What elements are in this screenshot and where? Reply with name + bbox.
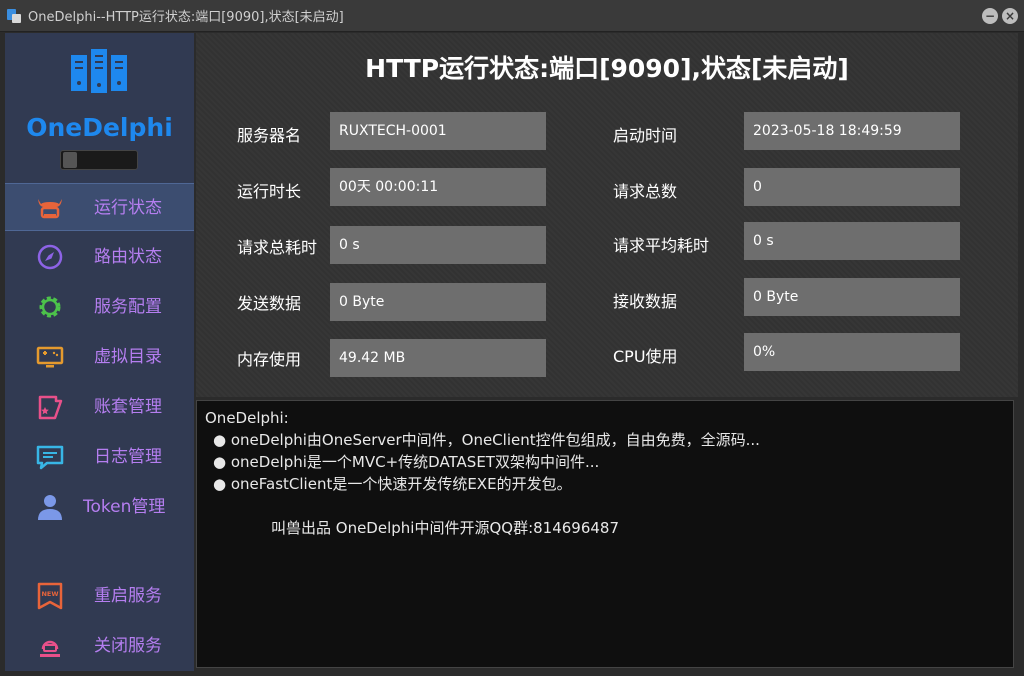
server-name-field[interactable]: RUXTECH-0001 [330,112,546,150]
total-request-time-label: 请求总耗时 [237,238,318,257]
log-bullet: ● oneFastClient是一个快速开发传统EXE的开发包。 [213,475,572,493]
start-time-label: 启动时间 [613,126,678,145]
request-count-label: 请求总数 [613,182,678,201]
power-off-icon [40,640,60,657]
log-panel[interactable]: OneDelphi: ● oneDelphi由OneServer中间件，OneC… [196,400,1014,668]
sidebar-item-label: 日志管理 [94,447,162,467]
chat-icon [36,445,64,470]
sidebar-item-account-set[interactable]: 账套管理 [5,383,194,431]
memory-usage-field[interactable]: 49.42 MB [330,339,546,377]
memory-usage-label: 内存使用 [237,350,302,369]
sidebar-item-log-management[interactable]: 日志管理 [5,433,194,481]
sidebar-item-label: Token管理 [83,497,166,517]
bull-icon [38,199,62,219]
window-title: OneDelphi--HTTP运行状态:端口[9090],状态[未启动] [28,10,344,25]
user-icon [38,495,62,520]
monitor-icon [36,346,64,368]
app-icon [6,8,22,24]
sidebar-item-virtual-directory[interactable]: 虚拟目录 [5,333,194,381]
log-bullet: ● oneDelphi由OneServer中间件，OneClient控件包组成，… [213,431,760,449]
logo: OneDelphi [5,33,194,183]
ticket-icon [38,395,63,420]
sidebar-item-label: 服务配置 [94,297,162,317]
logo-text: OneDelphi [26,113,173,142]
log-bullet: ● oneDelphi是一个MVC+传统DATASET双架构中间件... [213,453,600,471]
close-button[interactable]: × [1002,8,1018,24]
server-rack-icon [71,49,127,93]
server-name-label: 服务器名 [237,126,302,145]
svg-text:NEW: NEW [41,590,58,598]
sidebar-item-label: 重启服务 [94,586,162,606]
cpu-usage-field[interactable]: 0% [744,333,960,371]
title-bar: OneDelphi--HTTP运行状态:端口[9090],状态[未启动] − × [0,0,1024,32]
request-count-field[interactable]: 0 [744,168,960,206]
start-time-field[interactable]: 2023-05-18 18:49:59 [744,112,960,150]
sidebar-item-label: 运行状态 [94,198,162,218]
logo-toggle-switch[interactable] [60,150,138,170]
avg-request-time-label: 请求平均耗时 [613,236,710,255]
status-panel: HTTP运行状态:端口[9090],状态[未启动] 服务器名 RUXTECH-0… [196,33,1018,397]
log-header: OneDelphi: [205,409,289,427]
log-footer: 叫兽出品 OneDelphi中间件开源QQ群:814696487 [271,519,620,537]
compass-icon [37,244,63,270]
sidebar-item-service-config[interactable]: 服务配置 [5,283,194,331]
sidebar-item-label: 关闭服务 [94,636,162,656]
received-data-label: 接收数据 [613,292,678,311]
gear-icon [39,296,61,318]
sidebar-item-token-management[interactable]: Token管理 [5,483,194,531]
sent-data-label: 发送数据 [237,294,302,313]
received-data-field[interactable]: 0 Byte [744,278,960,316]
sidebar-item-route-status[interactable]: 路由状态 [5,233,194,281]
sidebar-item-label: 虚拟目录 [94,347,162,367]
new-badge-icon: NEW [37,582,63,610]
sidebar-item-restart-service[interactable]: NEW 重启服务 [5,572,194,620]
cpu-usage-label: CPU使用 [613,347,678,366]
sent-data-field[interactable]: 0 Byte [330,283,546,321]
sidebar-item-label: 账套管理 [94,397,162,417]
sidebar-item-run-status[interactable]: 运行状态 [5,183,194,231]
uptime-field[interactable]: 00天 00:00:11 [330,168,546,206]
sidebar-item-stop-service[interactable]: 关闭服务 [5,622,194,670]
total-request-time-field[interactable]: 0 s [330,226,546,264]
page-title: HTTP运行状态:端口[9090],状态[未启动] [365,54,849,83]
sidebar: OneDelphi 运行状态 路由状态 服务配置 虚拟目录 账套管理 日志管理 … [5,33,194,671]
uptime-label: 运行时长 [237,182,302,201]
sidebar-item-label: 路由状态 [94,247,162,267]
avg-request-time-field[interactable]: 0 s [744,222,960,260]
minimize-button[interactable]: − [982,8,998,24]
